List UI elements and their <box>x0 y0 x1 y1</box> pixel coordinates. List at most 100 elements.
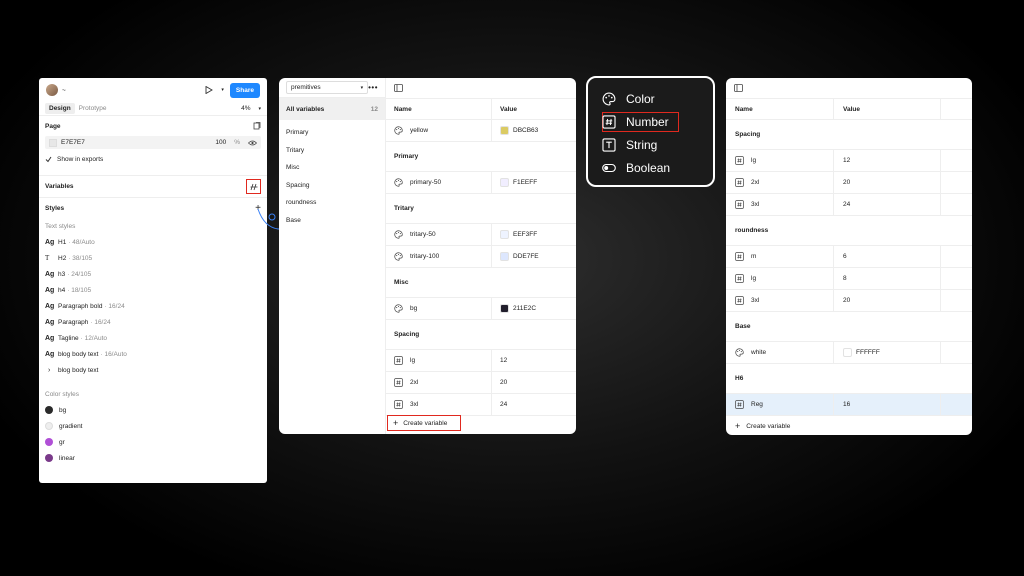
variable-name-cell[interactable]: yellow <box>386 120 492 141</box>
variable-name-cell[interactable]: 3xl <box>726 290 834 311</box>
table-row[interactable]: 2xl 20 <box>726 172 972 194</box>
color-swatch[interactable] <box>500 230 509 239</box>
group-item[interactable]: Tritary <box>279 142 385 160</box>
group-item[interactable]: Spacing <box>279 177 385 195</box>
sidebar-toggle-icon[interactable] <box>734 84 743 92</box>
table-row[interactable]: 3xl 24 <box>726 194 972 216</box>
variable-value-cell[interactable]: 211E2C <box>492 298 536 319</box>
color-style-item[interactable]: bg <box>45 402 261 418</box>
table-row[interactable]: 2xl 20 <box>386 372 576 394</box>
variable-value-cell[interactable]: 24 <box>492 394 507 415</box>
color-style-item[interactable]: linear <box>45 450 261 466</box>
table-row[interactable]: bg 211E2C <box>386 298 576 320</box>
color-swatch[interactable] <box>500 252 509 261</box>
sidebar-toggle-icon[interactable] <box>394 84 403 92</box>
table-row[interactable]: tritary-100 DDE7FE <box>386 246 576 268</box>
group-item[interactable]: Misc <box>279 159 385 177</box>
play-icon[interactable] <box>205 86 214 94</box>
table-row[interactable]: lg 12 <box>386 350 576 372</box>
color-style-item[interactable]: gr <box>45 434 261 450</box>
table-row[interactable]: Reg 16 <box>726 394 972 416</box>
variable-name-cell[interactable]: white <box>726 342 834 363</box>
color-swatch[interactable] <box>500 304 509 313</box>
variable-value-cell[interactable]: 6 <box>834 246 941 267</box>
table-row[interactable]: tritary-50 EEF3FF <box>386 224 576 246</box>
avatar[interactable] <box>46 84 58 96</box>
variable-value-cell[interactable]: 12 <box>492 350 507 371</box>
eye-icon[interactable] <box>248 140 257 146</box>
create-variable-button[interactable]: + Create variable <box>726 416 972 435</box>
table-row[interactable]: 3xl 24 <box>386 394 576 416</box>
table-row[interactable]: 3xl 20 <box>726 290 972 312</box>
variable-name-cell[interactable]: tritary-100 <box>386 246 492 267</box>
chevron-down-icon[interactable]: ▾ <box>221 87 224 93</box>
group-item[interactable]: Base <box>279 212 385 230</box>
variable-name-cell[interactable]: 3xl <box>386 394 492 415</box>
variable-value-cell[interactable]: 24 <box>834 194 941 215</box>
variable-name-cell[interactable]: m <box>726 246 834 267</box>
chevron-down-icon[interactable]: ▾ <box>258 106 261 112</box>
more-icon[interactable]: ••• <box>368 83 378 92</box>
type-option-boolean[interactable]: Boolean <box>602 158 670 178</box>
variable-name-cell[interactable]: tritary-50 <box>386 224 492 245</box>
type-option-color[interactable]: Color <box>602 89 655 109</box>
color-swatch[interactable] <box>500 178 509 187</box>
variable-value-cell[interactable]: 20 <box>834 290 941 311</box>
variable-name-cell[interactable]: bg <box>386 298 492 319</box>
text-style-item[interactable]: Ag Tagline · 12/Auto <box>45 330 261 346</box>
page-color-value[interactable]: E7E7E7 <box>61 139 85 146</box>
text-style-item[interactable]: Ag blog body text · 16/Auto <box>45 346 261 362</box>
variable-value-cell[interactable]: FFFFFF <box>834 342 941 363</box>
variable-value-cell[interactable]: 20 <box>492 372 507 393</box>
text-style-item[interactable]: Ag Paragraph bold · 16/24 <box>45 298 261 314</box>
tab-design[interactable]: Design <box>45 103 75 114</box>
group-item[interactable]: roundness <box>279 194 385 212</box>
variable-name-cell[interactable]: primary-50 <box>386 172 492 193</box>
file-menu[interactable]: ~ <box>62 87 66 94</box>
variable-value-cell[interactable]: 16 <box>834 394 941 415</box>
text-style-item[interactable]: Ag Paragraph · 16/24 <box>45 314 261 330</box>
collection-select[interactable]: premitives ▾ <box>286 81 369 94</box>
variable-name-cell[interactable]: lg <box>726 268 834 289</box>
table-row[interactable]: white FFFFFF <box>726 342 972 364</box>
variable-value-cell[interactable]: EEF3FF <box>492 224 537 245</box>
text-style-item[interactable]: › blog body text <box>45 362 261 378</box>
color-swatch[interactable] <box>500 126 509 135</box>
create-variable-button[interactable]: + Create variable <box>387 415 461 431</box>
show-in-exports-row[interactable]: Show in exports <box>45 151 261 167</box>
page-color-field[interactable]: E7E7E7 100 % <box>45 136 261 149</box>
variable-name-cell[interactable]: 2xl <box>726 172 834 193</box>
tab-prototype[interactable]: Prototype <box>79 105 107 112</box>
table-row[interactable]: yellow DBCB63 <box>386 120 576 142</box>
variable-name-cell[interactable]: 2xl <box>386 372 492 393</box>
text-style-item[interactable]: Ag h4 · 18/105 <box>45 282 261 298</box>
variable-value-cell[interactable]: DDE7FE <box>492 246 539 267</box>
share-button[interactable]: Share <box>229 82 260 98</box>
text-style-item[interactable]: Ag H1 · 48/Auto <box>45 234 261 250</box>
color-style-item[interactable]: gradient <box>45 418 261 434</box>
variable-value-cell[interactable]: 20 <box>834 172 941 193</box>
page-settings-icon[interactable] <box>253 122 261 130</box>
variable-name-cell[interactable]: Reg <box>726 394 834 415</box>
table-row[interactable]: primary-50 F1EEFF <box>386 172 576 194</box>
table-row[interactable]: lg 8 <box>726 268 972 290</box>
page-color-swatch[interactable] <box>49 138 57 147</box>
text-style-item[interactable]: Ag h3 · 24/105 <box>45 266 261 282</box>
table-row[interactable]: lg 12 <box>726 150 972 172</box>
variable-name-cell[interactable]: 3xl <box>726 194 834 215</box>
variable-name-cell[interactable]: lg <box>726 150 834 171</box>
variable-value-cell[interactable]: DBCB63 <box>492 120 538 141</box>
zoom-level[interactable]: 4% <box>241 105 250 112</box>
open-variables-button[interactable] <box>246 179 261 194</box>
checkbox-checked-icon[interactable] <box>45 156 52 163</box>
type-option-string[interactable]: String <box>602 135 657 155</box>
color-swatch[interactable] <box>843 348 852 357</box>
variable-value-cell[interactable]: 8 <box>834 268 941 289</box>
type-option-number[interactable]: Number <box>602 112 669 132</box>
variable-value-cell[interactable]: 12 <box>834 150 941 171</box>
group-item[interactable]: All variables 12 <box>279 98 385 120</box>
page-opacity[interactable]: 100 <box>215 139 226 146</box>
variable-value-cell[interactable]: F1EEFF <box>492 172 537 193</box>
text-style-item[interactable]: T H2 · 38/105 <box>45 250 261 266</box>
table-row[interactable]: m6 <box>726 246 972 268</box>
